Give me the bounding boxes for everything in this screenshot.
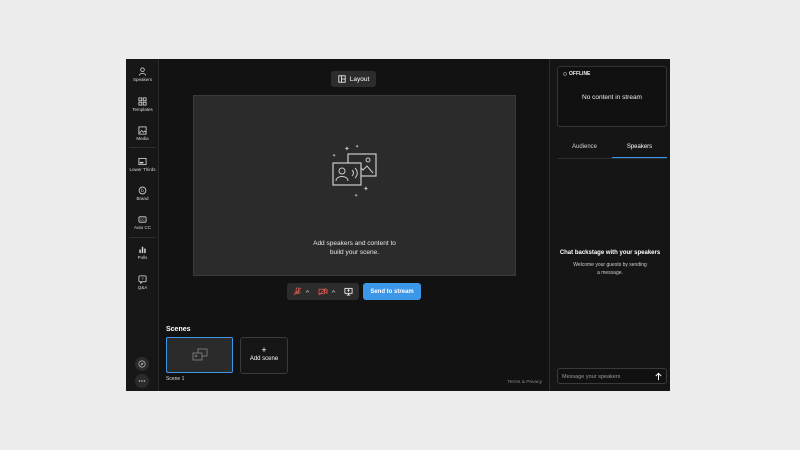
add-scene-label: Add scene [249,356,279,362]
sidebar-item-label: Speakers [132,77,152,82]
compass-button[interactable] [135,357,149,371]
left-rail: Speakers Templates Media Lower Thirds b … [126,59,159,391]
media-controls [287,283,359,300]
more-icon [138,380,146,382]
sidebar-item-label: Templates [132,107,153,112]
person-icon [138,67,147,76]
svg-text:?: ? [141,276,144,281]
message-input[interactable] [562,371,650,382]
sidebar-item-auto-cc[interactable]: CC Auto CC [126,215,159,230]
status-badge: OFFLINE [563,71,590,77]
add-scene-button[interactable]: + Add scene [240,337,288,374]
sidebar-item-speakers[interactable]: Speakers [126,67,159,82]
canvas-message-line: build your scene. [329,248,380,256]
main-stage: Layout ✦ ✦ ✦ ✦ ✦ Add speakers and conten… [159,59,549,391]
chat-empty-subtitle: Welcome your guests by sending a message… [565,261,655,277]
canvas-message-line: Add speakers and content to [313,240,396,247]
sidebar-item-media[interactable]: Media [126,126,159,141]
sidebar-item-brand[interactable]: b Brand [126,186,159,201]
more-button[interactable] [135,374,149,388]
layout-icon [338,75,346,83]
layout-button[interactable]: Layout [331,71,376,87]
send-arrow-icon[interactable] [654,372,663,381]
chat-subtitle-line: a message. [597,270,623,276]
chat-subtitle-line: Welcome your guests by sending [573,262,647,268]
canvas-empty-message: Add speakers and content to build your s… [194,240,515,257]
right-panel: OFFLINE No content in stream Audience Sp… [549,59,670,391]
compass-icon [138,360,146,368]
sidebar-item-label: Polls [137,255,148,260]
scene-label: Scene 1 [166,376,185,382]
grid-icon [138,97,147,106]
terms-link[interactable]: Terms & Privacy [507,380,542,385]
mic-muted-icon[interactable] [293,287,302,296]
sidebar-item-label: Auto CC [133,225,151,230]
sidebar-item-label: Q&A [137,285,148,290]
sidebar-item-label: Media [136,136,149,141]
chat-empty-title: Chat backstage with your speakers [559,250,661,256]
cc-icon: CC [138,216,147,223]
status-label: OFFLINE [569,71,591,77]
status-dot-icon [563,72,567,76]
svg-text:✦: ✦ [344,145,350,153]
svg-text:CC: CC [140,218,145,222]
screen-share-icon[interactable] [344,287,353,296]
scene-thumbnail[interactable] [166,337,233,373]
studio-app: Speakers Templates Media Lower Thirds b … [126,59,670,391]
svg-text:✦: ✦ [355,144,359,150]
qa-icon: ? [138,275,147,284]
rail-divider [129,237,156,238]
bar-chart-icon [139,246,146,254]
svg-text:✦: ✦ [354,193,358,199]
camera-muted-icon[interactable] [318,287,328,296]
panel-tabs: Audience Speakers [557,137,667,159]
svg-text:✦: ✦ [332,153,336,159]
no-content-message: No content in stream [582,94,642,101]
add-content-illustration-icon: ✦ ✦ ✦ ✦ ✦ [332,144,377,199]
svg-text:✦: ✦ [363,185,369,193]
tab-audience[interactable]: Audience [557,137,612,158]
scenes-title: Scenes [166,326,191,333]
image-icon [138,126,147,135]
message-box [557,368,667,384]
sidebar-item-lower-thirds[interactable]: Lower Thirds [126,157,159,172]
tab-speakers[interactable]: Speakers [612,137,667,158]
sidebar-item-qa[interactable]: ? Q&A [126,275,159,290]
stream-preview: OFFLINE No content in stream [557,66,667,127]
scene-canvas[interactable]: ✦ ✦ ✦ ✦ ✦ Add speakers and content to bu… [193,95,516,276]
sidebar-item-templates[interactable]: Templates [126,97,159,112]
chevron-up-icon[interactable] [331,289,336,294]
scene-preview-icon [192,348,208,361]
sidebar-item-polls[interactable]: Polls [126,245,159,260]
chevron-up-icon[interactable] [305,289,310,294]
plus-icon: + [261,345,267,355]
send-to-stream-button[interactable]: Send to stream [363,283,421,300]
rail-divider [129,147,156,148]
sidebar-item-label: Lower Thirds [129,167,156,172]
lower-thirds-icon [138,157,147,166]
sidebar-item-label: Brand [136,196,149,201]
brand-icon: b [138,186,147,195]
svg-text:b: b [141,188,144,193]
layout-button-label: Layout [349,75,370,83]
